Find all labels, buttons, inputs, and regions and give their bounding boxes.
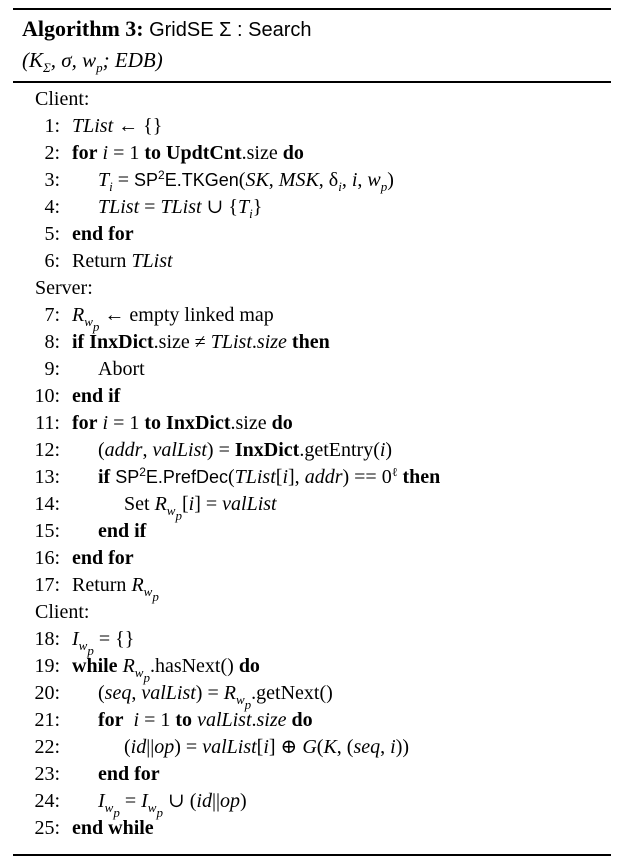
code-line-19: 19: while Rwp.hasNext() do	[13, 653, 611, 685]
line-code: Set Rwp[i] = valList	[124, 493, 277, 523]
code-line-24: 24: Iwp = Iwp ∪ (id||op)	[13, 788, 611, 820]
code-line-3: 3: Ti = SP2E.TKGen(SK, MSK, δi, i, wp)	[13, 167, 611, 194]
code-line-8: 8: if InxDict.size ≠ TList.size then	[13, 329, 611, 356]
code-line-7: 7: Rwp ← empty linked map	[13, 302, 611, 334]
code-line-12: 12: (addr, valList) = InxDict.getEntry(i…	[13, 437, 611, 464]
line-code: Return TList	[72, 250, 173, 272]
line-code: Rwp ← empty linked map	[72, 304, 274, 334]
code-line-10: 10: end if	[13, 383, 611, 410]
line-code: end while	[72, 817, 154, 839]
line-code: TList ← {}	[72, 115, 163, 137]
section-client-1: Client:	[35, 88, 90, 110]
line-number: 24:	[34, 790, 60, 812]
code-line-6: 6: Return TList	[13, 248, 611, 275]
top-rule	[13, 8, 611, 10]
line-number: 2:	[44, 142, 60, 164]
line-number: 18:	[34, 628, 60, 650]
code-line-21: 21: for i = 1 to valList.size do	[13, 707, 611, 734]
line-code: TList = TList ∪ {Ti}	[98, 196, 263, 221]
line-number: 7:	[44, 304, 60, 326]
line-code: if InxDict.size ≠ TList.size then	[72, 331, 330, 353]
section-server: Server:	[35, 277, 93, 299]
line-code: for i = 1 to UpdtCnt.size do	[72, 142, 304, 164]
code-line-25: 25: end while	[13, 815, 611, 842]
line-code: (addr, valList) = InxDict.getEntry(i)	[98, 439, 393, 461]
line-number: 25:	[34, 817, 60, 839]
code-line-16: 16: end for	[13, 545, 611, 572]
line-code: Return Rwp	[72, 574, 159, 604]
line-number: 9:	[44, 358, 60, 380]
code-line-5: 5: end for	[13, 221, 611, 248]
line-code: for i = 1 to InxDict.size do	[72, 412, 293, 434]
line-number: 20:	[34, 682, 60, 704]
algorithm-caption: Algorithm 3: GridSE Σ : Search	[22, 14, 312, 45]
line-code: Iwp = {}	[72, 628, 135, 658]
line-code: for i = 1 to valList.size do	[98, 709, 313, 731]
section-client-2: Client:	[35, 601, 90, 623]
line-code: (seq, valList) = Rwp.getNext()	[98, 682, 333, 712]
code-line-15: 15: end if	[13, 518, 611, 545]
line-code: while Rwp.hasNext() do	[72, 655, 260, 685]
line-number: 22:	[34, 736, 60, 758]
line-number: 1:	[44, 115, 60, 137]
line-code: end for	[98, 763, 160, 785]
line-code: if SP2E.PrefDec(TList[i], addr) == 0ℓ th…	[98, 465, 441, 488]
code-line-9: 9: Abort	[13, 356, 611, 383]
line-number: 12:	[34, 439, 60, 461]
code-line-17: 17: Return Rwp	[13, 572, 611, 604]
algorithm-box: Algorithm 3: GridSE Σ : Search (KΣ, σ, w…	[13, 8, 611, 856]
line-number: 16:	[34, 547, 60, 569]
line-code: end for	[72, 547, 134, 569]
code-line-13: 13: if SP2E.PrefDec(TList[i], addr) == 0…	[13, 464, 611, 491]
line-number: 4:	[44, 196, 60, 218]
line-number: 8:	[44, 331, 60, 353]
code-line-11: 11: for i = 1 to InxDict.size do	[13, 410, 611, 437]
algorithm-params: (KΣ, σ, wp; EDB)	[22, 48, 163, 75]
line-number: 21:	[34, 709, 60, 731]
line-number: 10:	[34, 385, 60, 407]
code-line-18: 18: Iwp = {}	[13, 626, 611, 658]
caption-rule	[13, 81, 611, 83]
code-line-23: 23: end for	[13, 761, 611, 788]
line-number: 15:	[34, 520, 60, 542]
code-line-20: 20: (seq, valList) = Rwp.getNext()	[13, 680, 611, 712]
line-code: Iwp = Iwp ∪ (id||op)	[98, 790, 247, 820]
code-line-22: 22: (id||op) = valList[i] ⊕ G(K, (seq, i…	[13, 734, 611, 761]
code-line-2: 2: for i = 1 to UpdtCnt.size do	[13, 140, 611, 167]
line-number: 14:	[34, 493, 60, 515]
algorithm-name: GridSE Σ : Search	[149, 19, 312, 41]
line-number: 17:	[34, 574, 60, 596]
line-code: end if	[72, 385, 121, 407]
line-number: 6:	[44, 250, 60, 272]
line-number: 11:	[35, 412, 60, 434]
line-number: 13:	[34, 466, 60, 488]
code-line-14: 14: Set Rwp[i] = valList	[13, 491, 611, 523]
line-code: end if	[98, 520, 147, 542]
code-line-1: 1: TList ← {}	[13, 113, 611, 140]
line-code: Abort	[98, 358, 145, 380]
algorithm-number: Algorithm 3:	[22, 16, 144, 41]
line-code: (id||op) = valList[i] ⊕ G(K, (seq, i))	[124, 736, 410, 758]
line-code: Ti = SP2E.TKGen(SK, MSK, δi, i, wp)	[98, 168, 394, 194]
line-number: 19:	[34, 655, 60, 677]
line-number: 3:	[44, 169, 60, 191]
code-line-4: 4: TList = TList ∪ {Ti}	[13, 194, 611, 221]
line-number: 23:	[34, 763, 60, 785]
line-code: end for	[72, 223, 134, 245]
bottom-rule	[13, 854, 611, 856]
line-number: 5:	[44, 223, 60, 245]
